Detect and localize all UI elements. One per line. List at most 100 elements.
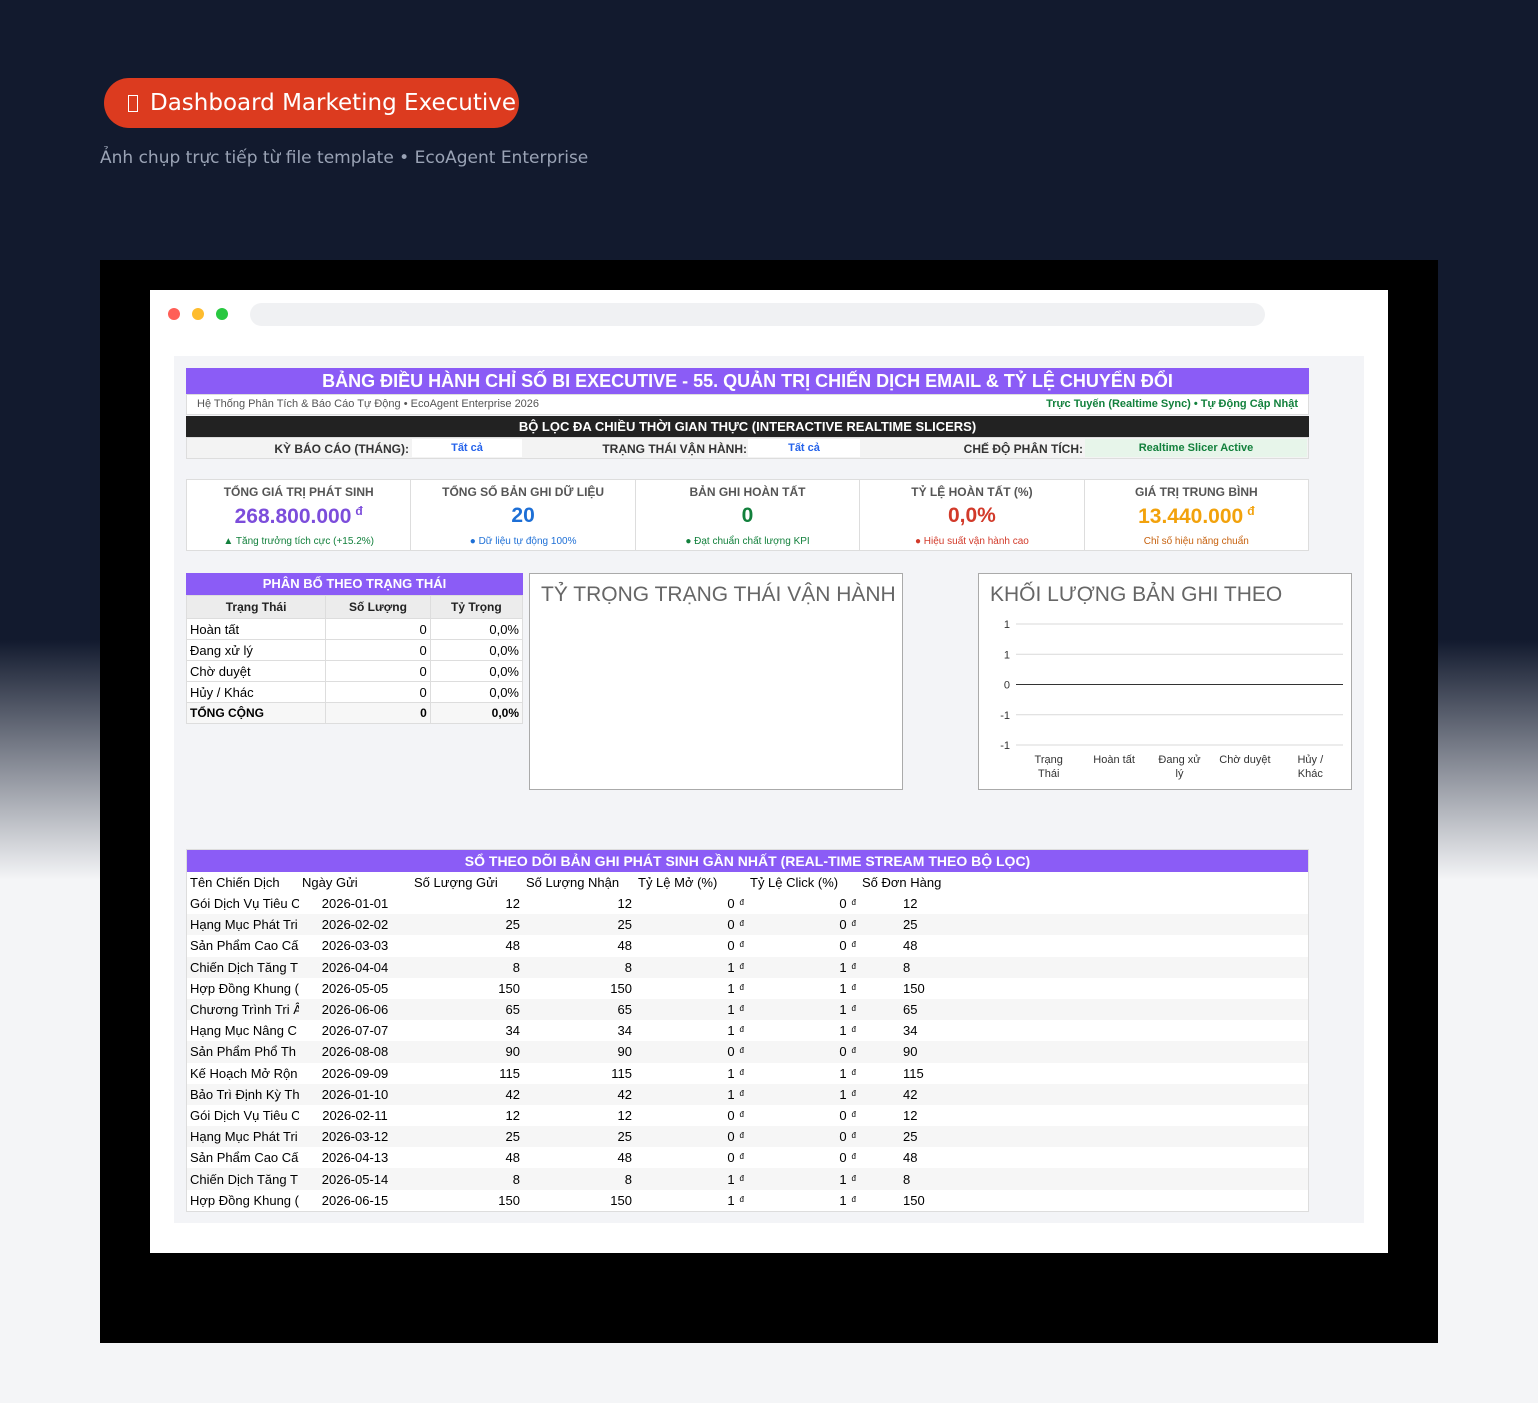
recent-cell: 1đ — [747, 998, 859, 1021]
currency-unit: đ — [851, 919, 856, 929]
cell-value: 1 — [839, 959, 847, 975]
close-dot-icon[interactable] — [168, 308, 180, 320]
cell-value: Gói Dịch Vụ Tiêu C — [190, 896, 299, 912]
currency-unit: đ — [739, 1109, 744, 1119]
recent-cell: 0đ — [635, 1041, 747, 1063]
cell-value: 1 — [839, 1023, 847, 1039]
recent-cell: 48 — [859, 935, 971, 956]
period-filter-select[interactable]: Tất cả — [412, 439, 522, 457]
recent-cell: 2026-03-12 — [299, 1126, 411, 1148]
recent-cell: Hạng Mục Phát Tri — [187, 1126, 299, 1148]
cell-value: 0 — [727, 896, 735, 912]
cell-value: 2026-05-14 — [321, 1171, 389, 1187]
minimize-dot-icon[interactable] — [192, 308, 204, 320]
recent-cell: 8 — [411, 956, 523, 978]
status-col-header: Số Lượng — [325, 595, 431, 619]
cell-value: 8 — [512, 1171, 520, 1187]
kpi-value: 20 — [411, 504, 634, 528]
cell-value: 115 — [903, 1065, 924, 1081]
cell-value: 1 — [727, 1086, 735, 1102]
currency-unit: đ — [851, 1025, 856, 1035]
status-table: Trạng Thái Số Lượng Tỷ Trọng Hoàn tất 0 0,0%… — [185, 595, 524, 724]
cell-value: 42 — [617, 1086, 632, 1102]
recent-cell: 0đ — [635, 893, 747, 914]
status-total-row: TỔNG CỘNG 0 0,0% — [185, 702, 524, 724]
mode-label: CHẾ ĐỘ PHÂN TÍCH: — [963, 442, 1083, 456]
recent-cell: 42 — [411, 1083, 523, 1105]
cell-value: 150 — [610, 980, 632, 996]
cell-value: Hợp Đồng Khung ( — [190, 980, 299, 996]
recent-cell: 0đ — [635, 914, 747, 936]
cell-value: 1 — [839, 1086, 847, 1102]
currency-unit: đ — [851, 1004, 856, 1014]
cell-value: 0 — [839, 896, 847, 912]
recent-cell: 150 — [859, 1190, 971, 1211]
recent-cell: 2026-08-08 — [299, 1041, 411, 1063]
maximize-dot-icon[interactable] — [216, 308, 228, 320]
recent-col-header: Tỷ Lệ Click (%) — [750, 875, 839, 890]
spreadsheet: BẢNG ĐIỀU HÀNH CHỈ SỐ BI EXECUTIVE - 55.… — [174, 356, 1364, 1223]
filter-row: KỲ BÁO CÁO (THÁNG): Tất cả TRẠNG THÁI VẬ… — [186, 437, 1309, 459]
cell-value: 2026-04-04 — [321, 959, 389, 975]
status-cell: 0,0% — [429, 639, 524, 661]
cell-value: 25 — [617, 917, 632, 933]
cell-value: 65 — [617, 1002, 632, 1018]
recent-cell: 0đ — [635, 1105, 747, 1126]
table-row: Hạng Mục Phát Tri 2026-02-02 25 25 0 đ 0 đ 25 — [187, 914, 1308, 936]
recent-table: Tên Chiến Dịch Ngày Gửi Số Lượng Gửi Số Lượ… — [187, 872, 1308, 1211]
recent-cell: 2026-05-05 — [299, 978, 411, 999]
recent-col-header: Số Đơn Hàng — [862, 875, 942, 890]
recent-cell: 0đ — [747, 1105, 859, 1126]
recent-cell: 8 — [523, 956, 635, 978]
currency-unit: đ — [851, 1088, 856, 1098]
kpi-label: TỶ LỆ HOÀN TẤT (%) — [911, 485, 1033, 499]
recent-cell: 1đ — [747, 956, 859, 978]
cell-value: 1 — [727, 959, 735, 975]
cell-value: 48 — [617, 938, 632, 954]
cell-value: 0 — [839, 1044, 847, 1060]
cell-value: Hạng Mục Nâng C — [190, 1023, 297, 1039]
recent-cell: 0đ — [747, 1041, 859, 1063]
table-row: Kế Hoạch Mở Rộn 2026-09-09 115 115 1 đ 1 đ 115 — [187, 1063, 1308, 1084]
status-row: Đang xử lý 0 0,0% — [185, 639, 524, 661]
status-cell: 0 — [325, 681, 431, 703]
currency-unit: đ — [739, 1046, 744, 1056]
status-cell: Chờ duyệt — [185, 660, 327, 682]
cell-value: 1 — [839, 1192, 847, 1208]
recent-cell: 150 — [859, 978, 971, 999]
currency-unit: đ — [851, 1109, 856, 1119]
kpi-value: 0 — [636, 504, 859, 528]
recent-cell: 2026-02-11 — [299, 1105, 411, 1126]
kpi-card: BẢN GHI HOÀN TẤT 0 ● Đạt chuẩn chất lượng … — [636, 480, 861, 550]
recent-cell: 2026-01-01 — [299, 893, 411, 914]
cell-value: 12 — [505, 896, 520, 912]
recent-cell: Hạng Mục Nâng C — [187, 1020, 299, 1041]
currency-unit: đ — [851, 961, 856, 971]
pie-chart: TỶ TRỌNG TRẠNG THÁI VẬN HÀNH — [529, 573, 903, 790]
cell-value: 0 — [727, 1129, 735, 1145]
table-row: Hạng Mục Phát Tri 2026-03-12 25 25 0 đ 0 đ 25 — [187, 1126, 1308, 1148]
cell-value: 2026-01-10 — [321, 1086, 389, 1102]
system-row: Hệ Thống Phân Tích & Báo Cáo Tự Động • E… — [186, 394, 1309, 415]
recent-cell: 48 — [523, 935, 635, 956]
recent-cell: Chương Trình Tri Â — [187, 998, 299, 1021]
chart-icon — [128, 95, 138, 112]
x-tick-label: Trạng Thái — [1035, 754, 1063, 780]
recent-cell-spacer — [971, 1126, 1308, 1148]
currency-unit: đ — [851, 1152, 856, 1162]
cell-value: 12 — [903, 896, 918, 912]
recent-cell: 115 — [859, 1063, 971, 1084]
status-filter-select[interactable]: Tất cả — [748, 439, 860, 457]
cell-value: 0 — [839, 1129, 847, 1145]
address-bar[interactable] — [250, 303, 1265, 326]
cell-value: Hạng Mục Phát Tri — [190, 917, 298, 933]
cell-value: 48 — [903, 1150, 918, 1166]
cell-value: 34 — [903, 1023, 918, 1039]
currency-unit: đ — [739, 961, 744, 971]
recent-cell: 34 — [859, 1020, 971, 1041]
recent-cell: Gói Dịch Vụ Tiêu C — [187, 893, 299, 914]
cell-value: 150 — [610, 1192, 632, 1208]
recent-cell: 34 — [523, 1020, 635, 1041]
status-table-title: PHÂN BỔ THEO TRẠNG THÁI — [186, 573, 523, 595]
recent-cell-spacer — [971, 935, 1308, 956]
